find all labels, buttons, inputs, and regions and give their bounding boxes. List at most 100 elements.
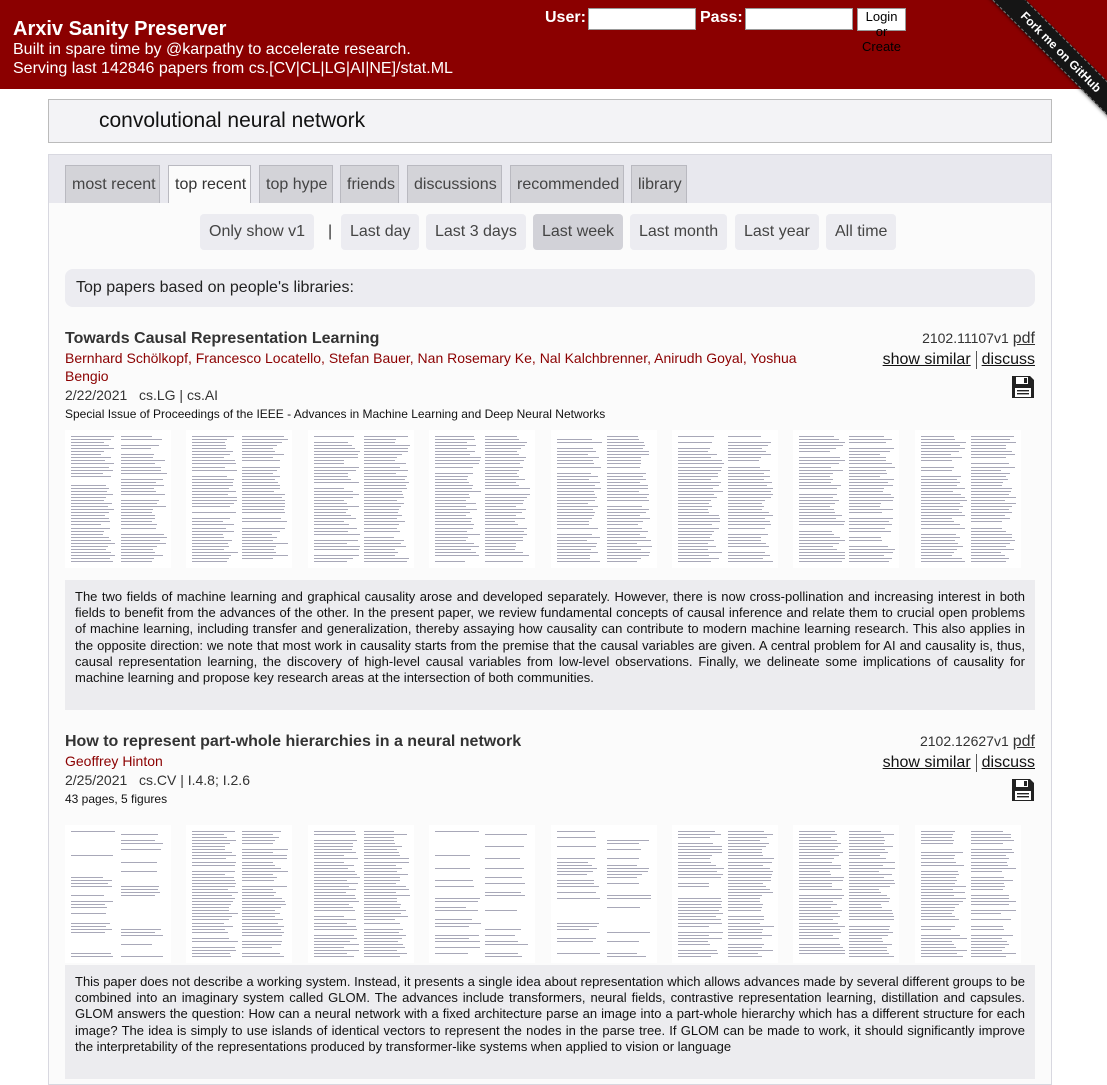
thumbnail-text-line [556, 512, 596, 514]
paper-thumbnails[interactable] [65, 825, 1035, 975]
page-thumbnail[interactable] [914, 825, 1021, 963]
show-similar-link[interactable]: show similar [883, 754, 971, 771]
username-input[interactable] [588, 8, 696, 30]
thumbnail-text-line [121, 956, 164, 958]
tab-most-recent[interactable]: most recent [65, 165, 160, 203]
thumbnail-text-line [606, 463, 641, 465]
page-thumbnail[interactable] [550, 825, 657, 963]
thumbnail-text-line [192, 895, 233, 897]
paper-thumbnails[interactable] [65, 430, 1035, 580]
thumbnail-text-line [485, 530, 525, 532]
thumbnail-text-line [71, 490, 108, 492]
tab-library[interactable]: library [631, 165, 687, 203]
thumbnail-text-line [799, 870, 831, 872]
page-thumbnail[interactable] [186, 430, 293, 568]
tab-top-hype[interactable]: top hype [259, 165, 333, 203]
thumbnail-text-line [242, 943, 281, 945]
thumbnail-text-line [71, 451, 104, 453]
thumbnail-text-line [849, 460, 887, 462]
paper-title[interactable]: How to represent part-whole hierarchies … [65, 733, 521, 751]
range-all-time[interactable]: All time [826, 214, 897, 250]
thumbnail-text-line [728, 484, 768, 486]
thumbnail-text-line [485, 469, 519, 471]
discuss-link[interactable]: discuss [982, 754, 1035, 771]
pdf-link[interactable]: pdf [1013, 733, 1035, 750]
thumbnail-text-line [556, 524, 590, 526]
thumbnail-text-line [970, 870, 1002, 872]
tab-recommended[interactable]: recommended [510, 165, 624, 203]
thumbnail-text-line [556, 463, 594, 465]
thumbnail-text-line [920, 953, 958, 954]
thumbnail-text-line [920, 493, 961, 495]
page-thumbnail[interactable] [307, 825, 414, 963]
thumbnail-text-line [920, 956, 964, 958]
thumbnail-text-line [71, 551, 112, 553]
thumbnail-text-line [678, 904, 721, 906]
page-thumbnail[interactable] [65, 825, 171, 963]
page-thumbnail[interactable] [793, 825, 900, 963]
thumbnail-text-line [606, 506, 643, 508]
paper-authors[interactable]: Bernhard Schölkopf, Francesco Locatello,… [65, 349, 805, 385]
discuss-link[interactable]: discuss [982, 351, 1035, 368]
thumbnail-text-line [606, 840, 650, 842]
page-thumbnail[interactable] [914, 430, 1021, 568]
page-thumbnail[interactable] [793, 430, 900, 568]
thumbnail-text-line [363, 530, 401, 532]
page-thumbnail[interactable] [672, 430, 778, 568]
thumbnail-text-line [728, 536, 762, 538]
thumbnail-text-line [678, 925, 709, 927]
tab-friends[interactable]: friends [340, 165, 399, 203]
thumbnail-text-line [920, 876, 956, 878]
thumbnail-text-line [313, 490, 354, 492]
floppy-disk-icon[interactable] [1011, 778, 1035, 807]
thumbnail-text-line [363, 953, 407, 954]
page-thumbnail[interactable] [550, 430, 657, 568]
thumbnail-text-line [556, 506, 598, 508]
login-button[interactable]: Login or Create [857, 8, 907, 54]
thumbnail-text-line [799, 901, 833, 903]
search-input[interactable] [49, 100, 1051, 142]
thumbnail-text-line [435, 536, 468, 538]
page-thumbnail[interactable] [307, 430, 414, 568]
thumbnail-text-line [313, 843, 354, 845]
page-thumbnail[interactable] [186, 825, 293, 963]
thumbnail-text-line [920, 870, 958, 872]
thumbnail-text-line [363, 910, 406, 912]
thumbnail-text-line [920, 913, 953, 915]
floppy-disk-icon[interactable] [1011, 375, 1035, 404]
tab-top-recent[interactable]: top recent [168, 165, 251, 203]
thumbnail-text-line [242, 916, 275, 918]
pdf-link[interactable]: pdf [1013, 330, 1035, 347]
thumbnail-text-line [435, 910, 478, 912]
page-thumbnail[interactable] [65, 430, 171, 568]
thumbnail-text-line [799, 539, 846, 541]
thumbnail-text-line [192, 937, 230, 939]
thumbnail-text-line [920, 949, 967, 951]
app-title[interactable]: Arxiv Sanity Preserver [13, 18, 226, 41]
thumbnail-text-line [363, 882, 396, 884]
page-thumbnail[interactable] [429, 430, 536, 568]
thumbnail-text-line [606, 940, 640, 942]
only-v1-toggle[interactable]: Only show v1 [200, 214, 315, 250]
thumbnail-text-line [192, 451, 233, 453]
page-thumbnail[interactable] [429, 825, 536, 963]
paper-authors[interactable]: Geoffrey Hinton [65, 752, 805, 770]
thumbnail-text-line [313, 561, 348, 563]
thumbnail-text-line [728, 870, 774, 872]
range-last-year[interactable]: Last year [735, 214, 819, 250]
thumbnail-text-line [728, 956, 762, 958]
thumbnail-text-line [556, 487, 601, 489]
range-last-day[interactable]: Last day [341, 214, 420, 250]
page-thumbnail[interactable] [672, 825, 778, 963]
show-similar-link[interactable]: show similar [883, 351, 971, 368]
range-last-3-days[interactable]: Last 3 days [426, 214, 526, 250]
thumbnail-text-line [849, 843, 884, 845]
paper-title[interactable]: Towards Causal Representation Learning [65, 330, 379, 348]
thumbnail-text-line [799, 937, 840, 939]
range-last-week[interactable]: Last week [533, 214, 624, 250]
password-input[interactable] [745, 8, 853, 30]
tab-discussions[interactable]: discussions [407, 165, 502, 203]
thumbnail-text-line [71, 855, 114, 857]
range-last-month[interactable]: Last month [630, 214, 728, 250]
thumbnail-text-line [192, 554, 231, 556]
